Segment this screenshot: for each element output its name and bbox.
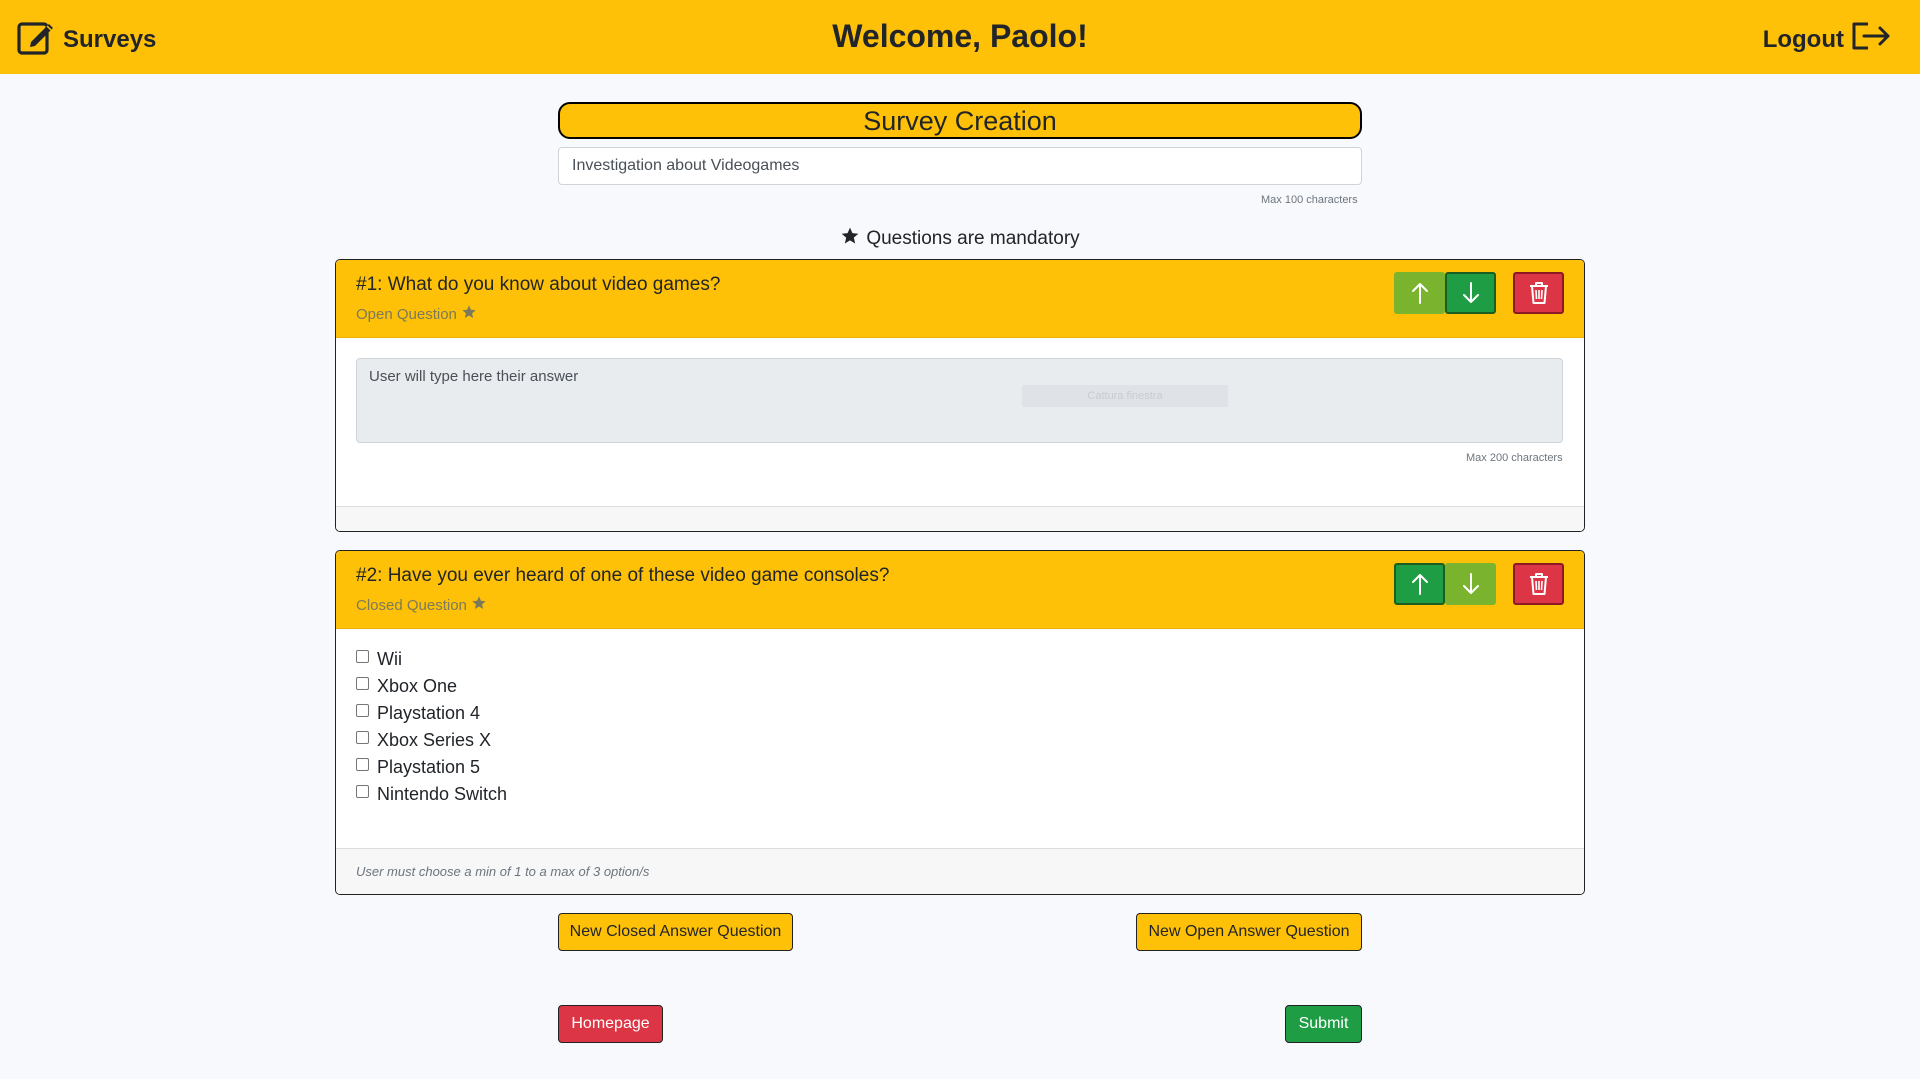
mandatory-text: Questions are mandatory <box>866 228 1080 249</box>
option-checkbox[interactable] <box>356 650 369 663</box>
star-icon <box>471 595 487 615</box>
answer-placeholder: User will type here their answer <box>369 368 579 385</box>
question-footer <box>336 506 1584 531</box>
answer-max-note: Max 200 characters <box>1466 452 1563 464</box>
question-footer: User must choose a min of 1 to a max of … <box>336 848 1584 894</box>
question-title: #2: Have you ever heard of one of these … <box>356 565 890 586</box>
question-body: User will type here their answer Cattura… <box>336 338 1584 506</box>
option-label: Xbox Series X <box>377 730 492 750</box>
navbar: Surveys Welcome, Paolo! Logout <box>0 0 1920 74</box>
option-checkbox[interactable] <box>356 785 369 798</box>
logout-icon <box>1850 18 1894 61</box>
question-header: #2: Have you ever heard of one of these … <box>336 551 1584 629</box>
move-up-button[interactable] <box>1394 563 1445 605</box>
question-type-label: Closed Question <box>356 596 467 614</box>
option-checkbox[interactable] <box>356 758 369 771</box>
selection-constraint: User must choose a min of 1 to a max of … <box>356 864 650 879</box>
option-label: Xbox One <box>377 676 458 696</box>
homepage-button[interactable]: Homepage <box>558 1005 663 1043</box>
trash-icon <box>1529 573 1548 595</box>
pencil-square-icon <box>17 18 55 61</box>
arrow-down-icon <box>1462 282 1479 303</box>
arrow-up-icon <box>1411 574 1428 595</box>
question-type-label: Open Question <box>356 305 457 323</box>
option-label: Playstation 5 <box>377 757 481 777</box>
option-label: Wii <box>377 649 402 669</box>
delete-question-button[interactable] <box>1513 272 1564 314</box>
mandatory-note: Questions are mandatory <box>0 226 1920 252</box>
logout-button[interactable]: Logout <box>1763 18 1894 61</box>
survey-title-input[interactable] <box>558 147 1362 185</box>
option-checkbox[interactable] <box>356 731 369 744</box>
welcome-message: Welcome, Paolo! <box>832 18 1088 54</box>
logout-label: Logout <box>1762 25 1844 53</box>
move-down-button[interactable] <box>1445 272 1496 314</box>
move-down-button[interactable] <box>1445 563 1496 605</box>
new-closed-question-button[interactable]: New Closed Answer Question <box>558 913 793 951</box>
capture-window-overlay: Cattura finestra <box>1022 385 1228 407</box>
option-item[interactable]: Wii <box>356 649 402 670</box>
question-type: Open Question <box>356 304 477 324</box>
submit-button[interactable]: Submit <box>1285 1005 1362 1043</box>
arrow-up-icon <box>1411 283 1428 304</box>
question-header: #1: What do you know about video games? … <box>336 260 1584 338</box>
trash-icon <box>1529 282 1548 304</box>
delete-question-button[interactable] <box>1513 563 1564 605</box>
option-item[interactable]: Xbox One <box>356 676 457 697</box>
question-card-2: #2: Have you ever heard of one of these … <box>335 550 1585 895</box>
option-item[interactable]: Xbox Series X <box>356 730 491 751</box>
option-checkbox[interactable] <box>356 677 369 690</box>
brand-title: Surveys <box>63 25 157 53</box>
new-open-question-button[interactable]: New Open Answer Question <box>1136 913 1362 951</box>
option-item[interactable]: Playstation 4 <box>356 703 480 724</box>
arrow-down-icon <box>1462 573 1479 594</box>
option-checkbox[interactable] <box>356 704 369 717</box>
option-label: Playstation 4 <box>377 703 481 723</box>
title-max-note: Max 100 characters <box>1261 194 1358 206</box>
option-label: Nintendo Switch <box>377 784 508 804</box>
star-icon <box>461 304 477 324</box>
question-body: Wii Xbox One Playstation 4 Xbox Series X… <box>336 629 1584 848</box>
move-up-button[interactable] <box>1394 272 1445 314</box>
option-item[interactable]: Playstation 5 <box>356 757 480 778</box>
open-answer-field[interactable]: User will type here their answer Cattura… <box>356 358 1563 443</box>
question-type: Closed Question <box>356 595 487 615</box>
question-title: #1: What do you know about video games? <box>356 274 721 295</box>
survey-creation-heading: Survey Creation <box>558 102 1362 139</box>
question-card-1: #1: What do you know about video games? … <box>335 259 1585 532</box>
star-icon <box>840 226 860 252</box>
brand-link[interactable]: Surveys <box>17 18 156 61</box>
option-item[interactable]: Nintendo Switch <box>356 784 507 805</box>
